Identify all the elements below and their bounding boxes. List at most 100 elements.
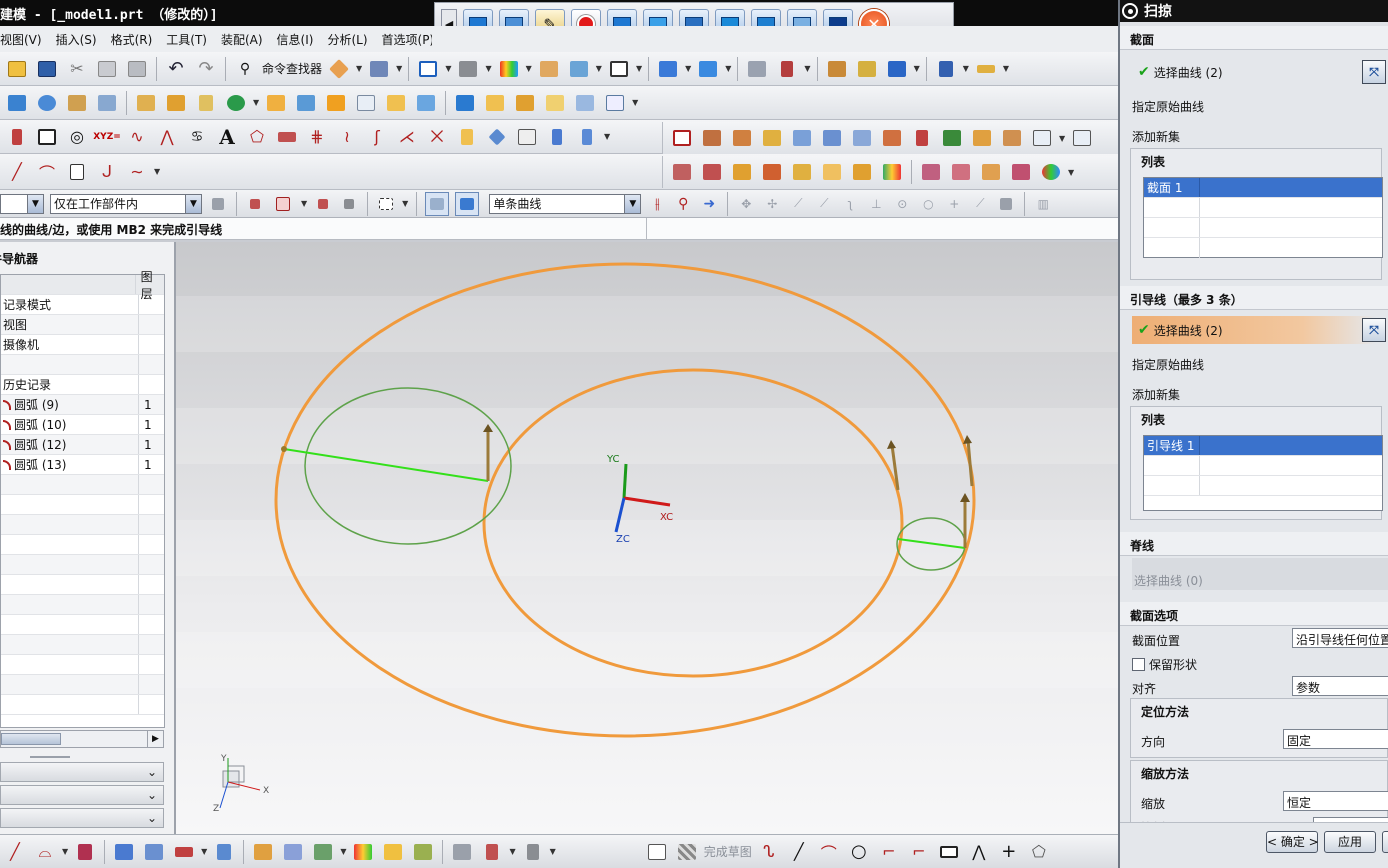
sketch-polyline-icon[interactable]: ⋀ [966, 840, 992, 864]
type-filter-dropdown[interactable]: ▼ [0, 193, 44, 214]
chevron-down-icon[interactable]: ⌄ [143, 764, 161, 780]
sketch-line-icon[interactable]: ╱ [2, 840, 28, 864]
join-curve-icon[interactable]: ⋕ [304, 125, 330, 149]
dependency-pane[interactable]: ⌄ [0, 762, 164, 782]
section-view-icon[interactable] [536, 57, 562, 81]
styled-sweep-icon[interactable] [1008, 160, 1034, 184]
snap-mid-icon[interactable]: ⟋ [814, 192, 834, 216]
section-curve-icon[interactable] [454, 125, 480, 149]
render-style-icon[interactable] [455, 57, 481, 81]
checkbox-icon[interactable] [1132, 658, 1145, 671]
reverse-normal-icon[interactable] [849, 160, 875, 184]
arc-icon[interactable]: ⌒ [34, 160, 60, 184]
studio-surface-icon[interactable] [789, 126, 815, 150]
undo-icon[interactable]: ↶ [163, 57, 189, 81]
menu-information[interactable]: 信息(I) [270, 31, 321, 48]
wcs-icon[interactable] [655, 57, 681, 81]
arrow-right-icon[interactable]: ➜ [699, 192, 719, 216]
copy-icon[interactable] [94, 57, 120, 81]
sketch-check-icon[interactable] [410, 840, 436, 864]
rectangle-icon[interactable] [34, 125, 60, 149]
section-add-new-set[interactable]: 添加新集 [1132, 128, 1180, 145]
spine-group-header[interactable]: 脊线 [1120, 532, 1388, 556]
menu-assembly[interactable]: 装配(A) [214, 31, 270, 48]
sketch-offset-icon[interactable] [479, 840, 505, 864]
select-components-icon[interactable] [425, 191, 450, 216]
scroll-thumb[interactable] [1, 733, 61, 745]
snap-center-icon[interactable]: ⊙ [892, 192, 912, 216]
section-curve-rule-button[interactable]: ⤧ [1362, 60, 1386, 84]
spline-icon[interactable]: ∿ [124, 125, 150, 149]
ruled-icon[interactable] [819, 126, 845, 150]
section-select-curve[interactable]: ✔ 选择曲线 (2) [1132, 58, 1376, 86]
bounded-plane-icon[interactable] [1069, 126, 1095, 150]
save-icon[interactable] [34, 57, 60, 81]
text-curve-icon[interactable]: ♋ [184, 125, 210, 149]
navigator-row[interactable] [1, 355, 164, 375]
scale-dropdown[interactable]: 恒定 [1283, 791, 1388, 811]
list-item[interactable]: 引导线 1 [1144, 436, 1382, 456]
chevron-down-icon[interactable]: ⌄ [143, 787, 161, 803]
orientation-header[interactable]: 定位方法 [1131, 699, 1387, 723]
binoculars-icon[interactable]: ⚲ [232, 57, 258, 81]
sketch-straight-line-icon[interactable]: ╱ [786, 840, 812, 864]
cut-icon[interactable]: ✂ [64, 57, 90, 81]
details-pane[interactable]: ⌄ [0, 785, 164, 805]
patch-icon[interactable] [1029, 126, 1055, 150]
transform-icon[interactable] [884, 57, 910, 81]
styled-blend-icon[interactable] [948, 160, 974, 184]
sketch-constraint-icon[interactable] [211, 840, 237, 864]
law-curve-icon[interactable]: XYZ= [93, 125, 121, 149]
chevron-down-icon[interactable]: ⌄ [143, 810, 161, 826]
navigator-row[interactable]: 摄像机 [1, 335, 164, 355]
face-blend-icon[interactable] [918, 160, 944, 184]
filter-icon[interactable] [208, 192, 228, 216]
guides-group-header[interactable]: 引导线（最多 3 条） [1120, 286, 1388, 310]
revolve-icon[interactable] [34, 91, 60, 115]
box-outline-icon[interactable] [602, 91, 628, 115]
follow-fillet-icon[interactable]: ⚲ [673, 192, 693, 216]
menu-tools[interactable]: 工具(T) [159, 31, 214, 48]
sketch-point-icon[interactable]: + [996, 840, 1022, 864]
project-curve-icon[interactable]: ≀ [334, 125, 360, 149]
dialog-title-bar[interactable]: 扫掠 [1120, 0, 1388, 22]
navigator-row[interactable]: 圆弧 (12) 1 [1, 435, 164, 455]
navigator-row[interactable]: 圆弧 (13) 1 [1, 455, 164, 475]
selection-info-icon[interactable] [366, 57, 392, 81]
intersect-curve-icon[interactable]: ⨉ [424, 125, 450, 149]
guides-curve-rule-button[interactable]: ⤧ [1362, 318, 1386, 342]
chevron-right-icon[interactable]: ▶ [147, 731, 163, 747]
menu-format[interactable]: 格式(R) [104, 31, 160, 48]
selection-scope-dropdown[interactable]: 仅在工作部件内 ▼ [50, 193, 202, 214]
finish-sketch-button[interactable]: 完成草图 [704, 843, 752, 860]
combine-curve-icon[interactable]: ʃ [364, 125, 390, 149]
alignment-dropdown[interactable]: 参数 [1292, 676, 1388, 696]
sketch-surface-icon[interactable] [310, 840, 336, 864]
navigator-row[interactable]: 圆弧 (9) 1 [1, 395, 164, 415]
sketch-extrude-icon[interactable] [111, 840, 137, 864]
four-point-surface-icon[interactable] [669, 126, 695, 150]
direction-dropdown[interactable]: 固定 [1283, 729, 1388, 749]
change-stiffness-icon[interactable] [789, 160, 815, 184]
offset-curve-icon[interactable]: ⬠ [244, 125, 270, 149]
navigator-hscrollbar[interactable]: ▶ [0, 730, 164, 748]
guides-add-new-set[interactable]: 添加新集 [1132, 386, 1180, 403]
sketch-color-icon[interactable] [380, 840, 406, 864]
pen-display-icon[interactable] [854, 57, 880, 81]
paste-icon[interactable] [124, 57, 150, 81]
graphics-window[interactable]: YC XC ZC X Y Z [176, 242, 1118, 834]
guides-list[interactable]: 引导线 1 [1143, 435, 1383, 511]
sketch-style-icon[interactable] [250, 840, 276, 864]
text-icon[interactable]: A [214, 125, 240, 149]
shell-icon[interactable] [353, 91, 379, 115]
rectangle-select-icon[interactable] [376, 192, 396, 216]
section-options-header[interactable]: 截面选项 [1120, 602, 1388, 626]
section-start-point[interactable] [281, 446, 287, 452]
col-name-header[interactable] [1, 275, 136, 294]
list-item[interactable]: 截面 1 [1144, 178, 1382, 198]
thicken-icon[interactable] [413, 91, 439, 115]
datum-csys-icon[interactable] [193, 91, 219, 115]
snap-point-icon[interactable] [245, 192, 265, 216]
x-form-icon[interactable] [699, 160, 725, 184]
sketch-dimension-icon[interactable] [171, 840, 197, 864]
